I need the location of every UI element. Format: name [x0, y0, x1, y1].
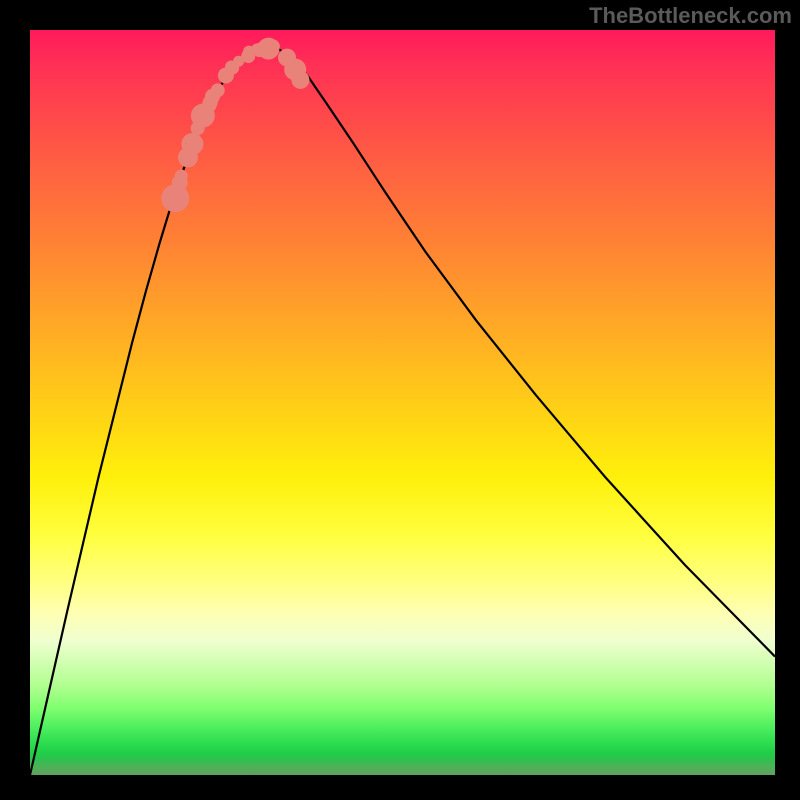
data-point — [291, 71, 309, 89]
data-point — [175, 170, 188, 183]
chart-plot-area — [30, 30, 775, 775]
data-point — [266, 39, 280, 53]
bottleneck-curve — [30, 46, 775, 775]
watermark: TheBottleneck.com — [589, 3, 792, 29]
data-points-group — [161, 38, 309, 213]
data-point — [181, 133, 203, 155]
chart-svg — [30, 30, 775, 775]
data-point — [211, 83, 225, 97]
